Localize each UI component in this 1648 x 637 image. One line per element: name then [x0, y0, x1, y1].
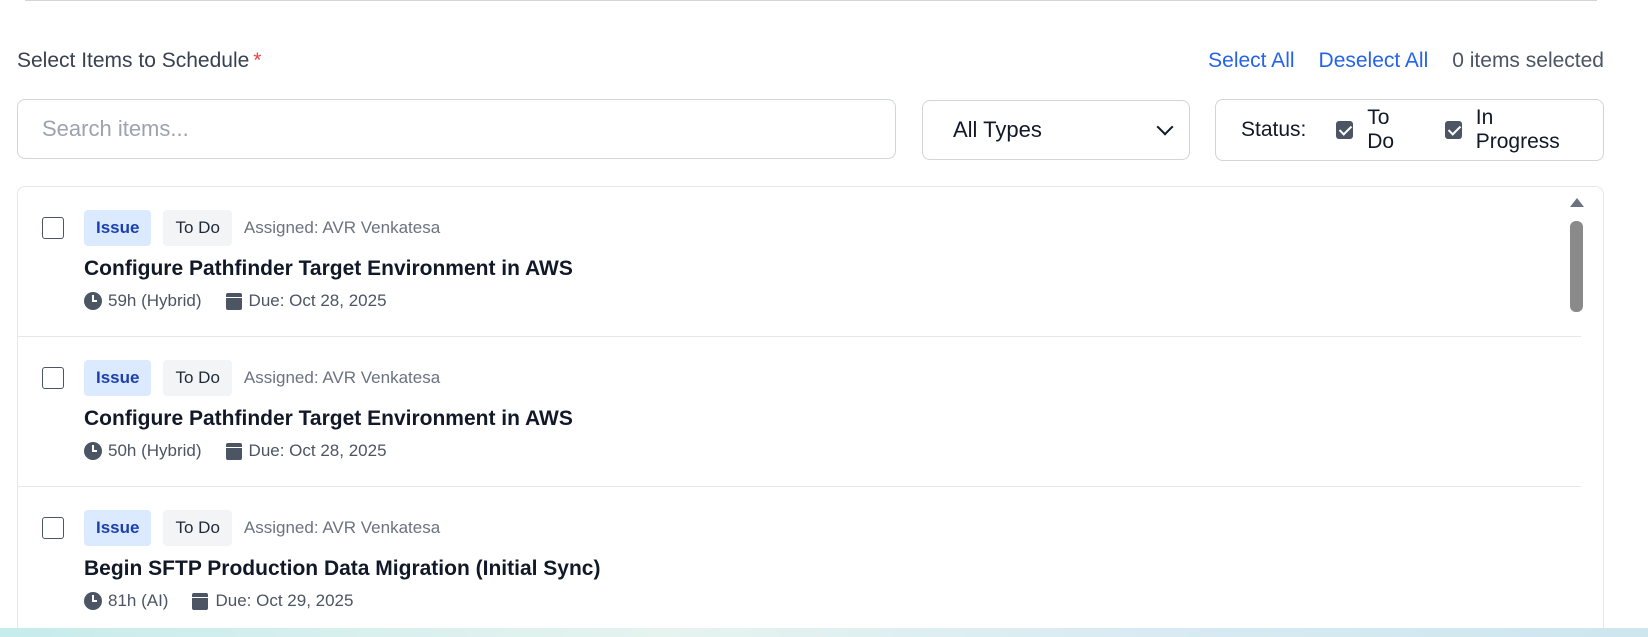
status-option-todo[interactable]: To Do: [1336, 106, 1418, 154]
calendar-icon: [225, 442, 242, 460]
calendar-icon: [225, 292, 242, 310]
list-item[interactable]: Issue To Do Assigned: AVR Venkatesa Conf…: [18, 187, 1581, 337]
status-filter-label: Status:: [1241, 118, 1307, 141]
status-badge: To Do: [163, 510, 232, 546]
item-checkbox[interactable]: [42, 217, 64, 239]
top-divider: [25, 0, 1597, 1]
item-due-date: Due: Oct 28, 2025: [248, 291, 387, 310]
status-in-progress-label: In Progress: [1475, 106, 1560, 153]
status-todo-checkbox[interactable]: [1336, 121, 1354, 139]
scroll-up-arrow-icon[interactable]: [1570, 198, 1584, 207]
item-badges: Issue To Do Assigned: AVR Venkatesa: [84, 510, 440, 546]
chevron-down-icon: [1156, 118, 1174, 136]
assignee-text: Assigned: AVR Venkatesa: [243, 518, 441, 537]
item-badges: Issue To Do Assigned: AVR Venkatesa: [84, 210, 440, 246]
item-meta: 59h (Hybrid) Due: Oct 28, 2025: [84, 291, 387, 311]
type-badge: Issue: [84, 210, 152, 246]
status-option-in-progress[interactable]: In Progress: [1444, 106, 1577, 154]
status-todo-label: To Do: [1367, 106, 1395, 153]
item-due-date: Due: Oct 28, 2025: [248, 441, 387, 460]
list-item[interactable]: Issue To Do Assigned: AVR Venkatesa Conf…: [18, 337, 1581, 487]
item-checkbox[interactable]: [42, 367, 64, 389]
select-all-link[interactable]: Select All: [1208, 49, 1294, 73]
type-filter-select[interactable]: All Types: [922, 100, 1190, 160]
item-hours: 50h (Hybrid): [108, 441, 202, 460]
required-asterisk: *: [253, 49, 262, 72]
section-title-text: Select Items to Schedule: [17, 49, 250, 72]
status-filter: Status: To Do In Progress: [1215, 99, 1604, 161]
type-badge: Issue: [84, 360, 152, 396]
clock-icon: [84, 292, 102, 310]
clock-icon: [84, 442, 102, 460]
item-hours: 59h (Hybrid): [108, 291, 202, 310]
list-scrollbar[interactable]: [1568, 192, 1586, 632]
deselect-all-link[interactable]: Deselect All: [1319, 49, 1429, 73]
assignee-text: Assigned: AVR Venkatesa: [243, 218, 441, 237]
assignee-text: Assigned: AVR Venkatesa: [243, 368, 441, 387]
clock-icon: [84, 592, 102, 610]
item-meta: 81h (AI) Due: Oct 29, 2025: [84, 591, 353, 611]
item-meta: 50h (Hybrid) Due: Oct 28, 2025: [84, 441, 387, 461]
list-item[interactable]: Issue To Do Assigned: AVR Venkatesa Begi…: [18, 487, 1581, 637]
items-list: Issue To Do Assigned: AVR Venkatesa Conf…: [17, 186, 1604, 637]
status-badge: To Do: [163, 360, 232, 396]
calendar-icon: [192, 592, 209, 610]
type-badge: Issue: [84, 510, 152, 546]
item-title: Begin SFTP Production Data Migration (In…: [84, 557, 601, 580]
status-badge: To Do: [163, 210, 232, 246]
selected-count: 0 items selected: [1452, 49, 1604, 72]
type-filter-value: All Types: [953, 117, 1042, 142]
item-checkbox[interactable]: [42, 517, 64, 539]
scroll-thumb[interactable]: [1570, 221, 1583, 312]
item-badges: Issue To Do Assigned: AVR Venkatesa: [84, 360, 440, 396]
section-header: Select Items to Schedule * Select All Des…: [17, 44, 1604, 80]
item-hours: 81h (AI): [108, 591, 169, 610]
header-actions: Select All Deselect All 0 items selected: [1208, 49, 1604, 73]
schedule-items-panel: Select Items to Schedule * Select All Des…: [0, 0, 1648, 637]
search-input[interactable]: [17, 99, 896, 159]
bottom-edge-band: [0, 628, 1648, 637]
item-due-date: Due: Oct 29, 2025: [215, 591, 354, 610]
status-in-progress-checkbox[interactable]: [1444, 121, 1462, 139]
item-title: Configure Pathfinder Target Environment …: [84, 257, 573, 280]
section-title: Select Items to Schedule *: [17, 49, 261, 73]
item-title: Configure Pathfinder Target Environment …: [84, 407, 573, 430]
